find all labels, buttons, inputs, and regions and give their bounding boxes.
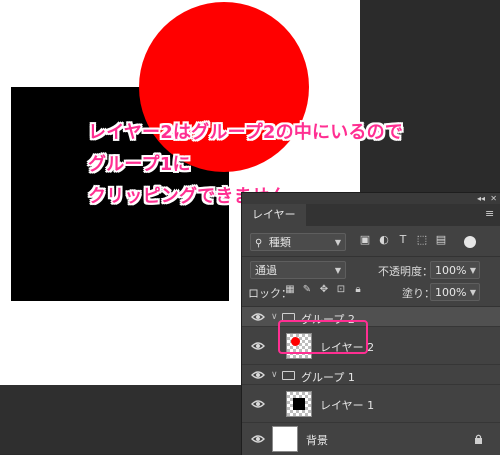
lock-icon bbox=[475, 434, 482, 444]
shape-filter-icon[interactable]: ⬚ bbox=[416, 233, 428, 247]
layer-name: グループ 1 bbox=[301, 371, 355, 384]
layer-row-group-1[interactable]: ∨ グループ 1 bbox=[242, 365, 500, 385]
filter-row: ⚲ 種類 ▼ ▣ ◐ T ⬚ ▤ bbox=[242, 233, 500, 251]
folder-icon bbox=[282, 371, 295, 380]
eye-icon[interactable] bbox=[251, 370, 265, 380]
layer-2-highlight bbox=[278, 320, 368, 354]
eye-icon[interactable] bbox=[251, 312, 265, 322]
chevron-down-icon: ▼ bbox=[334, 266, 341, 275]
adjustment-filter-icon[interactable]: ◐ bbox=[378, 233, 390, 247]
opacity-value: 100% bbox=[435, 264, 467, 277]
annotation-line-1: レイヤー2はグループ2の中にいるので bbox=[88, 122, 404, 143]
opacity-field[interactable]: 100% ▼ bbox=[430, 261, 480, 279]
chevron-down-icon: ▼ bbox=[469, 266, 476, 275]
layer-name: 背景 bbox=[306, 434, 328, 447]
panel-menu-icon[interactable]: ≡ bbox=[485, 208, 495, 219]
fill-value: 100% bbox=[435, 286, 467, 299]
layer-thumbnail bbox=[272, 426, 298, 452]
chevron-down-icon: ▼ bbox=[469, 288, 476, 297]
collapse-icon[interactable]: ◂◂ bbox=[477, 193, 485, 204]
type-filter-icon[interactable]: T bbox=[397, 233, 409, 247]
blend-mode-select[interactable]: 通過 ▼ bbox=[250, 261, 346, 279]
lock-image-icon[interactable]: ✎ bbox=[301, 283, 313, 297]
chevron-down-icon[interactable]: ∨ bbox=[271, 371, 279, 380]
chevron-down-icon: ▼ bbox=[334, 238, 341, 247]
search-icon: ⚲ bbox=[255, 238, 263, 249]
lock-position-icon[interactable]: ✥ bbox=[318, 283, 330, 297]
divider bbox=[242, 256, 500, 257]
panel-tab-bar: レイヤー ≡ bbox=[242, 204, 500, 226]
lock-artboard-icon[interactable]: ⊡ bbox=[335, 283, 347, 297]
eye-icon[interactable] bbox=[251, 399, 265, 409]
layer-thumbnail bbox=[286, 391, 312, 417]
filter-kind-select[interactable]: ⚲ 種類 ▼ bbox=[250, 233, 346, 251]
fill-field[interactable]: 100% ▼ bbox=[430, 283, 480, 301]
red-circle bbox=[139, 2, 309, 172]
lock-all-icon[interactable]: 🔒︎ bbox=[352, 283, 364, 297]
lock-row: ロック： ▦ ✎ ✥ ⊡ 🔒︎ 塗り： 100% ▼ bbox=[242, 283, 500, 301]
layer-row-layer-1[interactable]: レイヤー 1 bbox=[242, 385, 500, 423]
layer-name: レイヤー 1 bbox=[320, 399, 375, 412]
chevron-down-icon[interactable]: ∨ bbox=[271, 313, 279, 322]
tab-layers[interactable]: レイヤー bbox=[242, 204, 306, 226]
filter-kind-value: 種類 bbox=[268, 236, 291, 249]
panel-title-bar: ◂◂ ✕ bbox=[242, 193, 500, 204]
eye-icon[interactable] bbox=[251, 434, 265, 444]
blend-row: 通過 ▼ 不透明度： 100% ▼ bbox=[242, 261, 500, 279]
layer-row-background[interactable]: 背景 bbox=[242, 423, 500, 455]
filter-toggle[interactable] bbox=[464, 236, 476, 248]
annotation-line-2: グループ1に bbox=[88, 154, 191, 175]
pixel-filter-icon[interactable]: ▣ bbox=[359, 233, 371, 247]
black-square-icon bbox=[293, 398, 305, 410]
lock-transparent-icon[interactable]: ▦ bbox=[284, 283, 296, 297]
opacity-label: 不透明度： bbox=[378, 265, 433, 278]
smart-object-filter-icon[interactable]: ▤ bbox=[435, 233, 447, 247]
blend-mode-value: 通過 bbox=[255, 264, 277, 277]
close-icon[interactable]: ✕ bbox=[490, 193, 497, 204]
eye-icon[interactable] bbox=[251, 341, 265, 351]
